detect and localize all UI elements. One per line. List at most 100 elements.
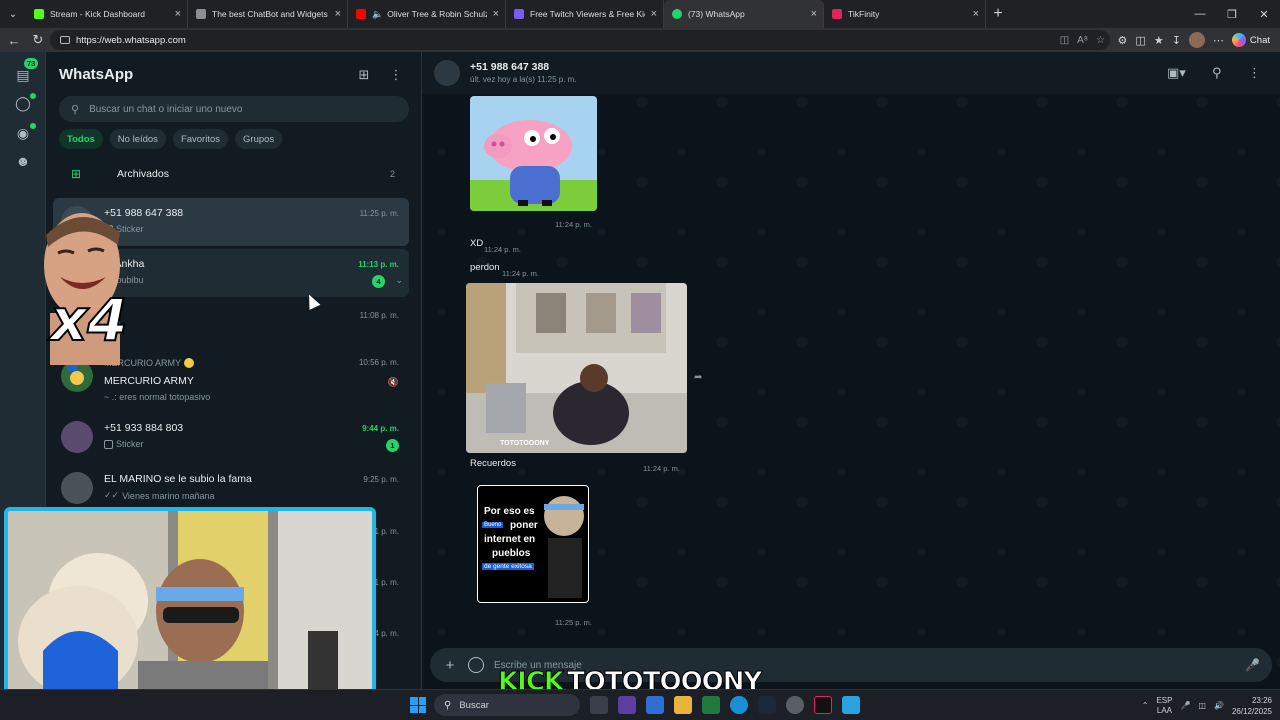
read-aloud-icon[interactable]: A⁸ bbox=[1077, 35, 1088, 46]
speaker-icon[interactable]: 🔈 bbox=[372, 9, 383, 20]
edge-browser-icon[interactable] bbox=[730, 696, 748, 714]
close-window-icon[interactable]: ✕ bbox=[1248, 0, 1280, 28]
clock-date: 26/12/2025 bbox=[1231, 706, 1272, 716]
url-text: https://web.whatsapp.com bbox=[76, 34, 186, 46]
favorites-icon[interactable]: ★ bbox=[1154, 34, 1164, 47]
microphone-icon[interactable]: 🎤 bbox=[1245, 658, 1260, 672]
chevron-down-icon[interactable]: ⌄ bbox=[395, 275, 403, 286]
new-tab-button[interactable]: + bbox=[986, 5, 1010, 23]
tab-title: Stream - Kick Dashboard bbox=[50, 9, 145, 19]
conversation-header[interactable]: +51 988 647 388 últ. vez hoy a la(s) 11:… bbox=[422, 52, 1280, 94]
filter-favorites[interactable]: Favoritos bbox=[172, 129, 229, 149]
obs-app-icon[interactable] bbox=[786, 696, 804, 714]
last-seen: últ. vez hoy a la(s) 11:25 p. m. bbox=[470, 75, 577, 84]
reload-icon[interactable]: ↻ bbox=[26, 28, 50, 52]
tab-kick-dashboard[interactable]: Stream - Kick Dashboard × bbox=[26, 0, 188, 28]
split-screen-icon[interactable]: ◫ bbox=[1135, 34, 1145, 47]
sticker-message[interactable] bbox=[470, 96, 597, 211]
more-options-icon[interactable]: ⋯ bbox=[1213, 34, 1224, 47]
image-message[interactable]: TOTOTOOONY bbox=[466, 283, 687, 453]
site-info-icon[interactable] bbox=[60, 36, 70, 44]
minimize-icon[interactable]: — bbox=[1184, 0, 1216, 28]
chat-preview: ✓✓ Vienes marino mañana bbox=[104, 490, 214, 501]
communities-icon[interactable]: ☻ bbox=[14, 152, 32, 170]
chat-item[interactable]: EL MARINO se le subio la fama ✓✓ Vienes m… bbox=[53, 464, 409, 512]
mic-tray-icon[interactable]: 🎤 bbox=[1180, 701, 1190, 710]
search-input[interactable] bbox=[89, 103, 370, 115]
message-time: 11:24 p. m. bbox=[555, 220, 592, 229]
network-icon[interactable]: ◫ bbox=[1198, 701, 1206, 710]
tikfinity-favicon-icon bbox=[832, 9, 842, 19]
clock[interactable]: 23:26 26/12/2025 bbox=[1232, 695, 1272, 717]
chat-time: 9:44 p. m. bbox=[362, 424, 399, 433]
filter-chips: Todos No leídos Favoritos Grupos bbox=[59, 129, 283, 149]
emoji-sticker-icon[interactable] bbox=[468, 657, 484, 673]
filter-groups[interactable]: Grupos bbox=[235, 129, 283, 149]
volume-icon[interactable]: 🔊 bbox=[1214, 701, 1224, 710]
chat-item[interactable]: +51 933 884 803 Sticker 9:44 p. m. 1 bbox=[53, 413, 409, 461]
chat-preview: ~ .: eres normal totopasivo bbox=[104, 392, 210, 402]
url-field[interactable]: https://web.whatsapp.com bbox=[50, 30, 1110, 50]
taskbar-search[interactable]: ⚲ Buscar bbox=[434, 694, 580, 716]
tab-title: TikFinity bbox=[848, 9, 880, 19]
lang-line2: LAA bbox=[1156, 705, 1172, 715]
language-indicator[interactable]: ESP LAA bbox=[1156, 696, 1172, 716]
extensions-icon[interactable]: ⚙ bbox=[1118, 34, 1128, 47]
webcam-feed-image bbox=[8, 511, 372, 716]
install-app-icon[interactable]: ◫ bbox=[1060, 35, 1069, 46]
search-box: ⚲ bbox=[59, 96, 409, 122]
steam-app-icon[interactable] bbox=[758, 696, 776, 714]
copilot-button[interactable]: Chat bbox=[1231, 33, 1270, 47]
close-tab-icon[interactable]: × bbox=[811, 8, 817, 20]
tab-list-button[interactable]: ⌄ bbox=[0, 0, 26, 28]
downloads-icon[interactable]: ↧ bbox=[1172, 34, 1181, 47]
close-tab-icon[interactable]: × bbox=[175, 8, 181, 20]
search-icon[interactable]: ⚲ bbox=[1212, 65, 1222, 81]
read-ticks-icon: ✓✓ bbox=[104, 490, 120, 500]
unread-count: 4 bbox=[372, 275, 385, 288]
new-chat-icon[interactable]: ⊞ bbox=[355, 66, 373, 84]
clock-time: 23:26 bbox=[1251, 695, 1272, 705]
sticker-text: Bueno bbox=[482, 522, 504, 528]
favorite-star-icon[interactable]: ☆ bbox=[1096, 35, 1105, 46]
close-tab-icon[interactable]: × bbox=[651, 8, 657, 20]
filter-all[interactable]: Todos bbox=[59, 129, 103, 149]
file-explorer-icon[interactable] bbox=[674, 696, 692, 714]
sticker-icon bbox=[104, 439, 113, 449]
menu-dots-icon[interactable]: ⋮ bbox=[1248, 65, 1261, 81]
sticker-message[interactable]: Por eso es Bueno poner internet en puebl… bbox=[477, 485, 589, 603]
forward-icon[interactable]: ➦ bbox=[694, 372, 702, 383]
tiktok-app-icon[interactable] bbox=[814, 696, 832, 714]
close-tab-icon[interactable]: × bbox=[335, 8, 341, 20]
photo-image bbox=[466, 283, 687, 453]
close-tab-icon[interactable]: × bbox=[493, 8, 499, 20]
menu-dots-icon[interactable]: ⋮ bbox=[387, 66, 405, 84]
avatar bbox=[61, 472, 93, 504]
tab-tikfinity[interactable]: TikFinity × bbox=[824, 0, 986, 28]
attach-plus-icon[interactable]: + bbox=[438, 657, 462, 674]
archived-row[interactable]: ⊞ Archivados 2 bbox=[59, 160, 409, 188]
profile-avatar[interactable] bbox=[1188, 32, 1205, 48]
tikfinity-app-icon[interactable] bbox=[842, 696, 860, 714]
outlook-app-icon[interactable] bbox=[646, 696, 664, 714]
video-call-icon[interactable]: ▣▾ bbox=[1167, 65, 1186, 81]
windows-start-icon[interactable] bbox=[410, 697, 426, 713]
store-app-icon[interactable] bbox=[618, 696, 636, 714]
chat-name: EL MARINO se le subio la fama bbox=[104, 473, 252, 485]
task-view-icon[interactable] bbox=[590, 696, 608, 714]
video-watermark: TOTOTOOONY bbox=[500, 440, 550, 447]
restore-icon[interactable]: ❐ bbox=[1216, 0, 1248, 28]
tab-chatbot[interactable]: The best ChatBot and Widgets for × bbox=[188, 0, 348, 28]
contact-avatar[interactable] bbox=[434, 60, 460, 86]
taskbar-apps bbox=[590, 696, 860, 714]
excel-app-icon[interactable] bbox=[702, 696, 720, 714]
chat-time: 11:13 p. m. bbox=[358, 260, 399, 269]
tab-free-viewers[interactable]: Free Twitch Viewers & Free Kick Vi × bbox=[506, 0, 664, 28]
filter-unread[interactable]: No leídos bbox=[109, 129, 166, 149]
tab-whatsapp[interactable]: (73) WhatsApp × bbox=[664, 0, 824, 28]
back-arrow-icon[interactable]: ← bbox=[2, 28, 26, 52]
tab-youtube[interactable]: 🔈 Oliver Tree & Robin Schulz - M × bbox=[348, 0, 506, 28]
chevron-up-icon[interactable]: ⌃ bbox=[1142, 701, 1149, 710]
tab-title: Oliver Tree & Robin Schulz - M bbox=[387, 9, 486, 19]
close-tab-icon[interactable]: × bbox=[973, 8, 979, 20]
